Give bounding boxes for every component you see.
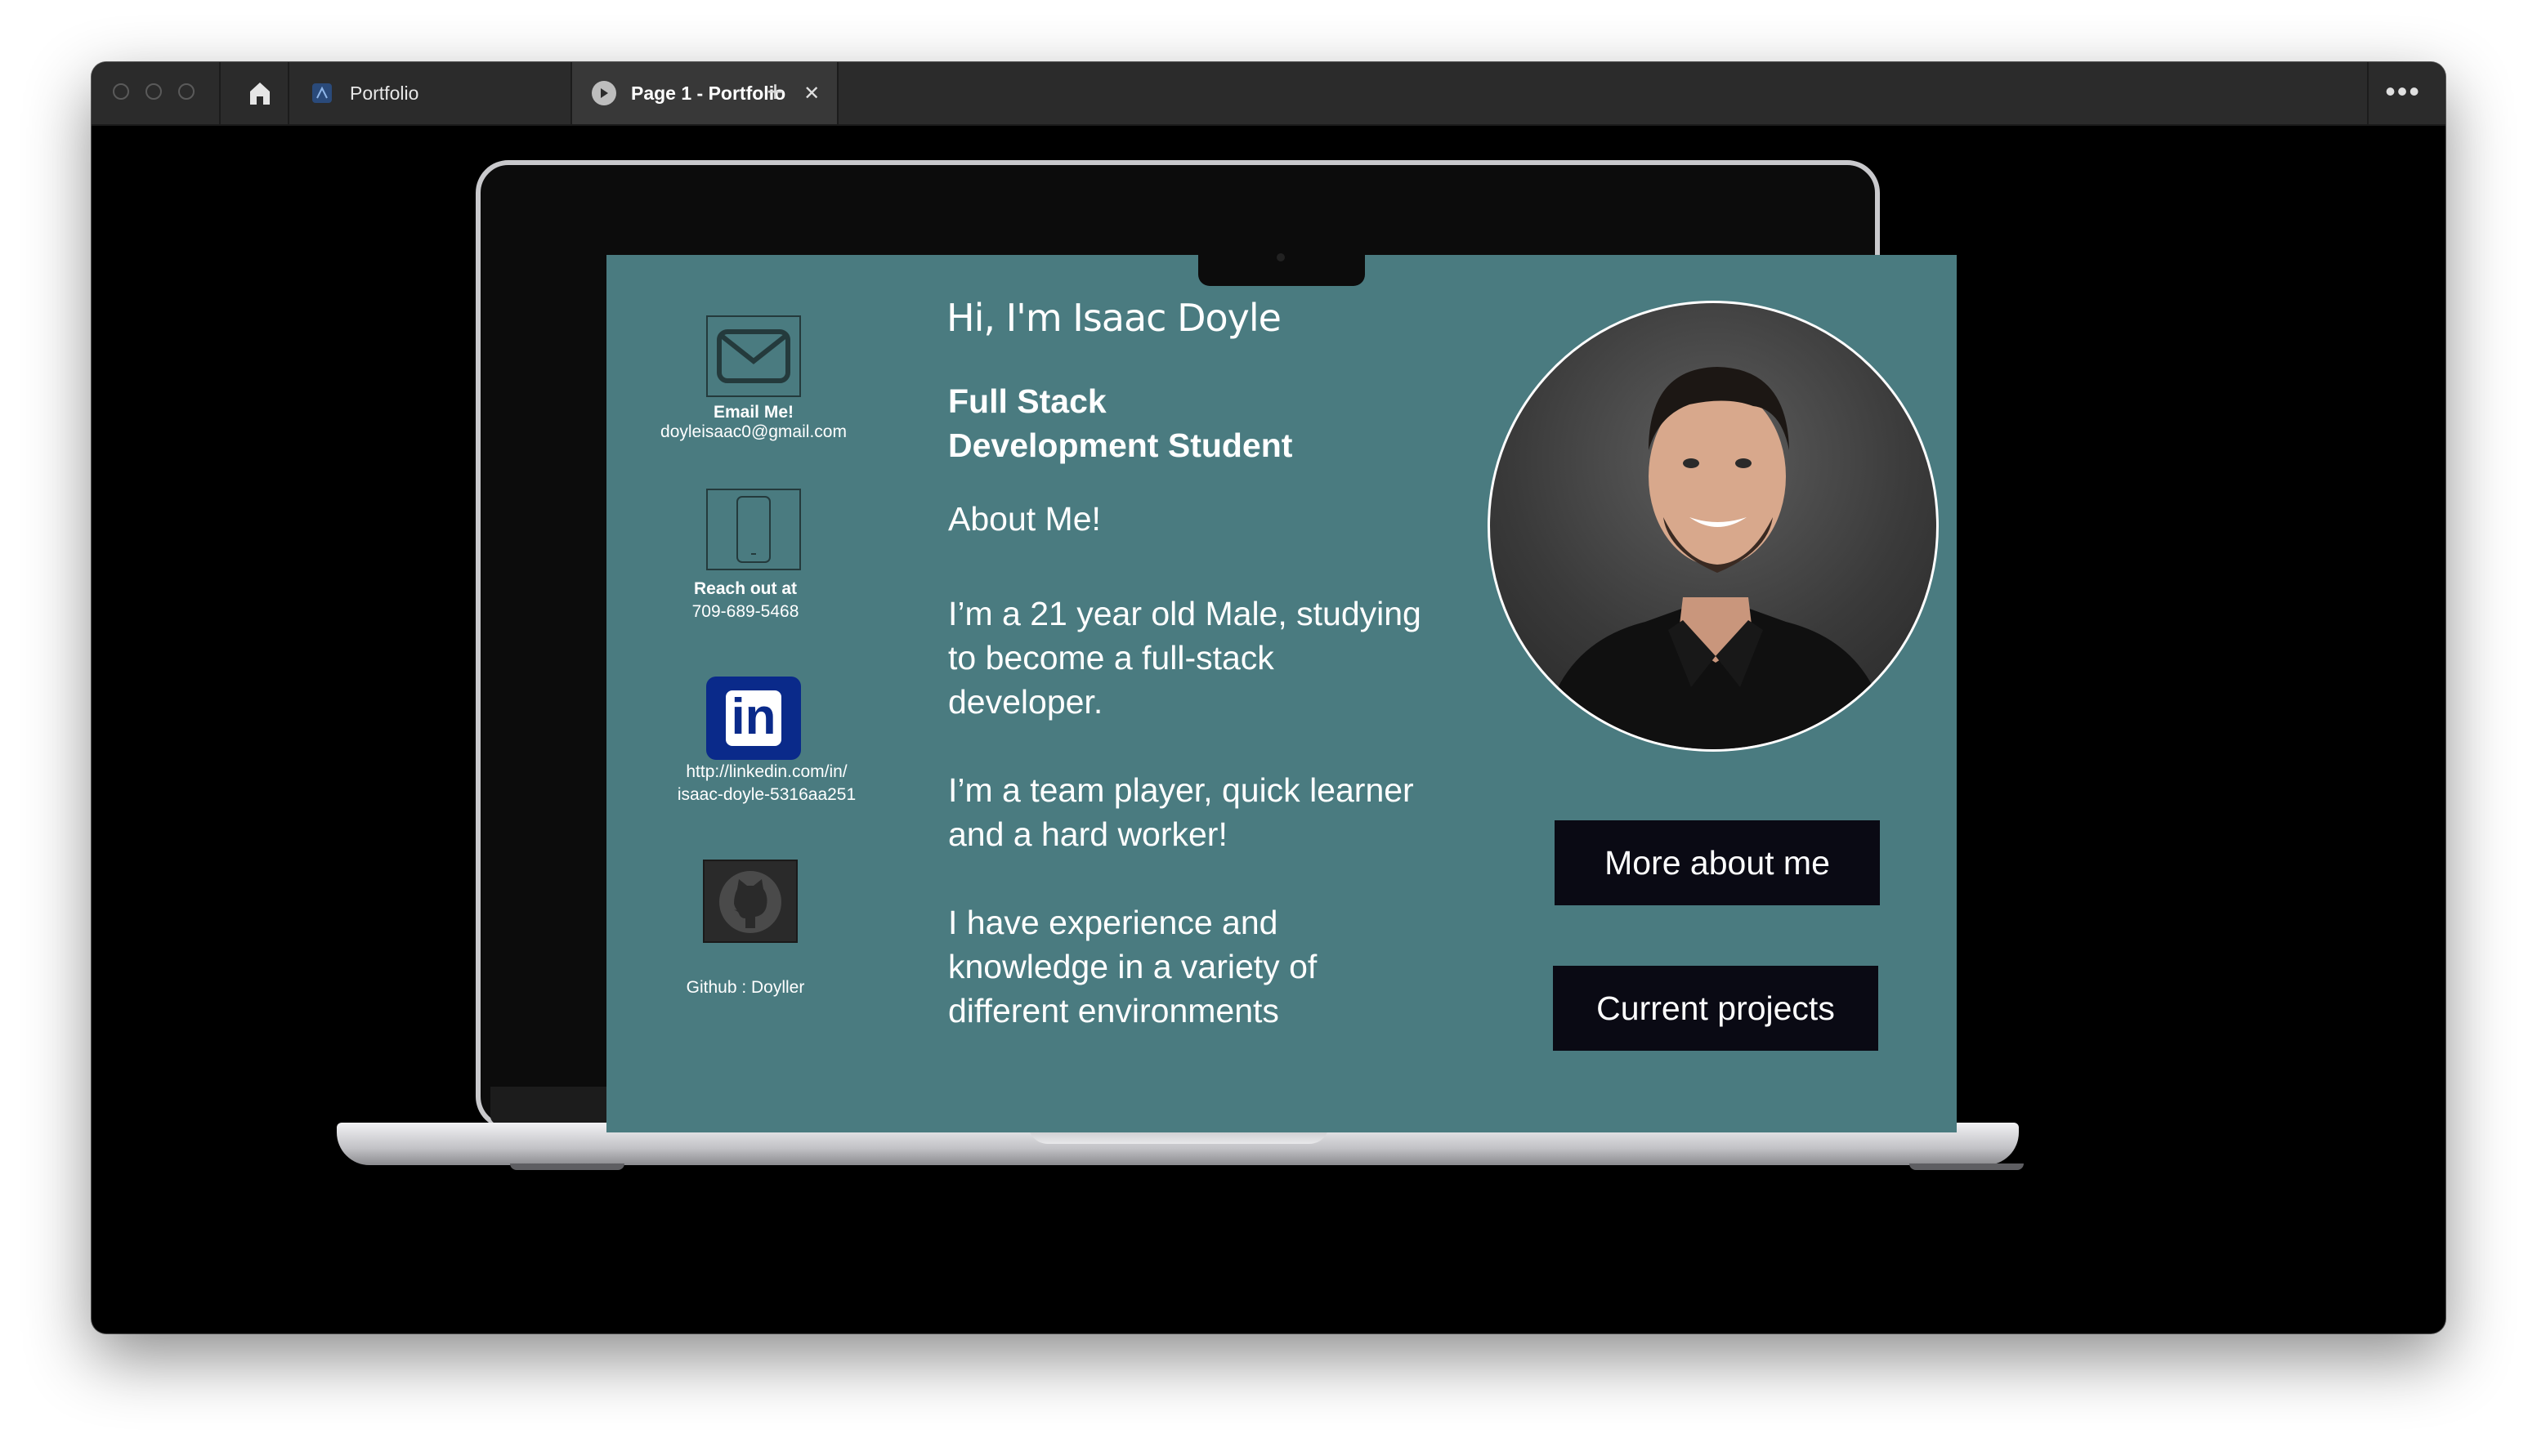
more-about-me-button[interactable]: More about me [1555, 820, 1880, 905]
mail-icon[interactable] [706, 315, 801, 397]
linkedin-url-line1[interactable]: http://linkedin.com/in/ [639, 761, 894, 783]
about-paragraph-2: I’m a team player, quick learner and a h… [948, 768, 1414, 856]
about-line: developer. [948, 683, 1103, 721]
tab-portfolio[interactable]: Portfolio [289, 62, 570, 124]
about-line: different environments [948, 992, 1279, 1029]
titlebar-divider [837, 62, 839, 124]
minimize-window-button[interactable] [145, 83, 162, 100]
linkedin-icon[interactable]: in [706, 677, 801, 760]
close-tab-icon[interactable]: ✕ [803, 82, 820, 105]
title-bar: Portfolio Page 1 - Portfolio ✕ + ••• [92, 62, 2445, 126]
home-icon[interactable] [244, 78, 276, 108]
current-projects-button[interactable]: Current projects [1553, 966, 1878, 1051]
zoom-window-button[interactable] [178, 83, 195, 100]
figma-file-icon [312, 83, 332, 103]
phone-number[interactable]: 709-689-5468 [664, 601, 827, 623]
more-menu-button[interactable]: ••• [2385, 77, 2421, 106]
laptop-foot [510, 1163, 624, 1170]
github-icon[interactable] [703, 860, 798, 943]
titlebar-divider [2367, 62, 2369, 124]
role-line: Full Stack [948, 382, 1107, 420]
about-paragraph-1: I’m a 21 year old Male, studying to beco… [948, 592, 1421, 724]
tab-label: Portfolio [350, 82, 419, 104]
profile-photo [1488, 301, 1939, 752]
about-paragraph-3: I have experience and knowledge in a var… [948, 900, 1317, 1033]
play-icon [592, 81, 616, 105]
linkedin-url-line2[interactable]: isaac-doyle-5316aa251 [639, 784, 894, 806]
about-line: and a hard worker! [948, 815, 1228, 853]
new-tab-button[interactable]: + [767, 75, 784, 108]
greeting-heading: Hi, I'm Isaac Doyle [946, 296, 1282, 340]
close-window-button[interactable] [113, 83, 129, 100]
role-line: Development Student [948, 427, 1293, 464]
portfolio-screen: Email Me! doyleisaac0@gmail.com Reach ou… [606, 255, 1957, 1132]
role-heading: Full Stack Development Student [948, 379, 1292, 467]
titlebar-divider [219, 62, 221, 124]
camera-icon [1277, 253, 1285, 261]
about-line: knowledge in a variety of [948, 948, 1318, 985]
about-line: I’m a team player, quick learner [948, 771, 1414, 809]
tab-label: Page 1 - Portfolio [631, 82, 786, 104]
linkedin-logo: in [726, 690, 781, 746]
about-line: I’m a 21 year old Male, studying [948, 595, 1421, 632]
github-username[interactable]: Github : Doyller [639, 977, 852, 998]
person-illustration [1540, 367, 1891, 749]
about-heading: About Me! [948, 500, 1101, 538]
laptop-foot [1909, 1163, 2024, 1170]
phone-label: Reach out at [693, 579, 798, 598]
email-label: Email Me! [713, 403, 794, 422]
about-line: to become a full-stack [948, 639, 1274, 677]
tab-page-1-portfolio[interactable]: Page 1 - Portfolio ✕ [572, 62, 837, 124]
about-line: I have experience and [948, 904, 1278, 941]
email-address[interactable]: doyleisaac0@gmail.com [639, 422, 868, 443]
phone-icon[interactable] [706, 489, 801, 570]
